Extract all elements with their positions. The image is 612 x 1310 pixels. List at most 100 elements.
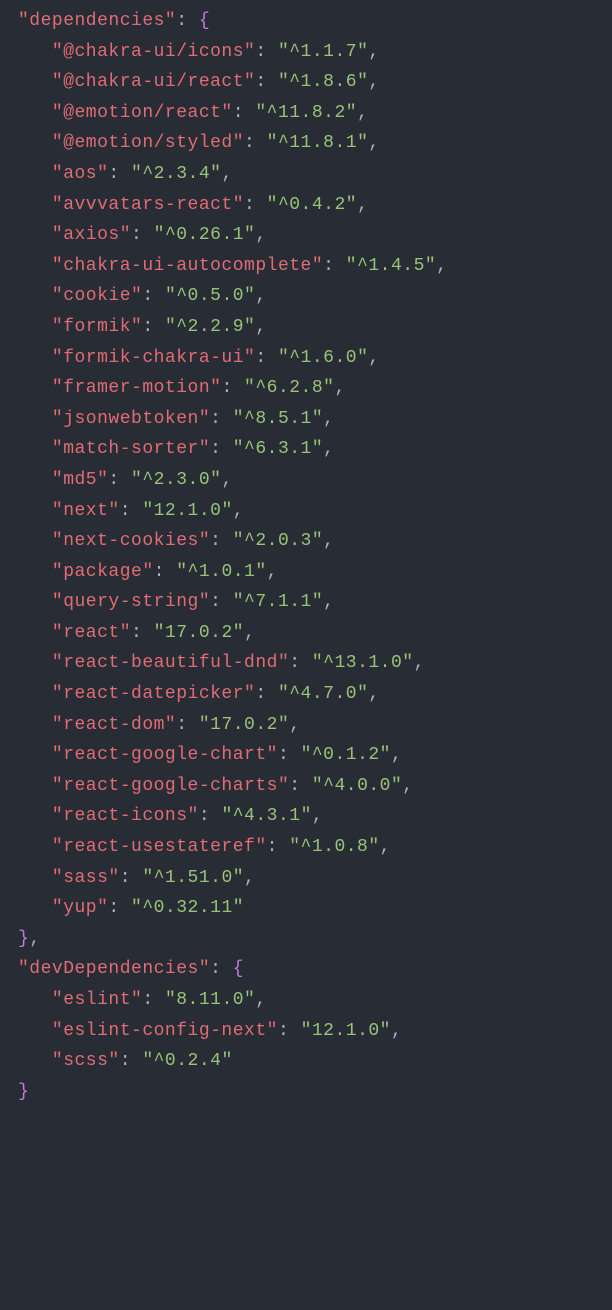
json-key: "match-sorter" [52, 439, 210, 459]
json-value: "^1.4.5" [346, 256, 436, 276]
json-key: "dependencies" [18, 11, 176, 31]
json-key: "sass" [52, 868, 120, 888]
section-close-devDependencies: } [18, 1077, 602, 1108]
json-value: "^7.1.1" [233, 592, 323, 612]
entry-eslint-config-next: "eslint-config-next": "12.1.0", [18, 1016, 602, 1047]
entry-formik: "formik": "^2.2.9", [18, 312, 602, 343]
json-value: "^0.2.4" [142, 1051, 232, 1071]
json-key: "query-string" [52, 592, 210, 612]
brace-open: { [199, 11, 210, 31]
entry-axios: "axios": "^0.26.1", [18, 220, 602, 251]
entry-framer-motion: "framer-motion": "^6.2.8", [18, 373, 602, 404]
entry-md5: "md5": "^2.3.0", [18, 465, 602, 496]
json-value: "^2.3.4" [131, 164, 221, 184]
section-close-dependencies: }, [18, 924, 602, 955]
json-value: "^11.8.1" [267, 133, 369, 153]
json-value: "^1.6.0" [278, 348, 368, 368]
json-value: "12.1.0" [142, 501, 232, 521]
json-key: "chakra-ui-autocomplete" [52, 256, 323, 276]
entry-aos: "aos": "^2.3.4", [18, 159, 602, 190]
json-value: "17.0.2" [199, 715, 289, 735]
json-value: "^4.0.0" [312, 776, 402, 796]
section-open-dependencies: "dependencies": { [18, 6, 602, 37]
entry-next: "next": "12.1.0", [18, 496, 602, 527]
json-key: "next-cookies" [52, 531, 210, 551]
json-key: "react-dom" [52, 715, 176, 735]
json-key: "react-datepicker" [52, 684, 255, 704]
entry-next-cookies: "next-cookies": "^2.0.3", [18, 526, 602, 557]
json-key: "next" [52, 501, 120, 521]
json-value: "^13.1.0" [312, 653, 414, 673]
json-value: "^1.0.8" [289, 837, 379, 857]
json-value: "^1.1.7" [278, 42, 368, 62]
entry-@emotion/react: "@emotion/react": "^11.8.2", [18, 98, 602, 129]
json-key: "devDependencies" [18, 959, 210, 979]
json-value: "^0.4.2" [267, 195, 357, 215]
entry-react-dom: "react-dom": "17.0.2", [18, 710, 602, 741]
entry-match-sorter: "match-sorter": "^6.3.1", [18, 434, 602, 465]
json-key: "@emotion/styled" [52, 133, 244, 153]
json-key: "aos" [52, 164, 109, 184]
json-value: "^0.26.1" [154, 225, 256, 245]
entry-avvvatars-react: "avvvatars-react": "^0.4.2", [18, 190, 602, 221]
json-key: "@chakra-ui/react" [52, 72, 255, 92]
json-key: "eslint-config-next" [52, 1021, 278, 1041]
entry-react-beautiful-dnd: "react-beautiful-dnd": "^13.1.0", [18, 648, 602, 679]
json-key: "formik" [52, 317, 142, 337]
code-block: "dependencies": { "@chakra-ui/icons": "^… [0, 0, 612, 1137]
json-value: "^8.5.1" [233, 409, 323, 429]
json-key: "react-beautiful-dnd" [52, 653, 289, 673]
json-value: "^6.2.8" [244, 378, 334, 398]
json-key: "eslint" [52, 990, 142, 1010]
json-key: "react-usestateref" [52, 837, 267, 857]
json-value: "^0.1.2" [301, 745, 391, 765]
entry-eslint: "eslint": "8.11.0", [18, 985, 602, 1016]
entry-react-google-chart: "react-google-chart": "^0.1.2", [18, 740, 602, 771]
entry-@emotion/styled: "@emotion/styled": "^11.8.1", [18, 128, 602, 159]
json-value: "^0.32.11" [131, 898, 244, 918]
json-value: "^6.3.1" [233, 439, 323, 459]
json-value: "^4.7.0" [278, 684, 368, 704]
entry-formik-chakra-ui: "formik-chakra-ui": "^1.6.0", [18, 343, 602, 374]
section-open-devDependencies: "devDependencies": { [18, 954, 602, 985]
json-key: "react" [52, 623, 131, 643]
json-value: "^1.8.6" [278, 72, 368, 92]
json-key: "@chakra-ui/icons" [52, 42, 255, 62]
entry-jsonwebtoken: "jsonwebtoken": "^8.5.1", [18, 404, 602, 435]
json-value: "^11.8.2" [255, 103, 357, 123]
brace-close: } [18, 1082, 29, 1102]
json-value: "^2.3.0" [131, 470, 221, 490]
json-value: "^0.5.0" [165, 286, 255, 306]
entry-query-string: "query-string": "^7.1.1", [18, 587, 602, 618]
json-value: "^1.0.1" [176, 562, 266, 582]
json-value: "^4.3.1" [221, 806, 311, 826]
entry-@chakra-ui/react: "@chakra-ui/react": "^1.8.6", [18, 67, 602, 98]
json-key: "yup" [52, 898, 109, 918]
entry-cookie: "cookie": "^0.5.0", [18, 281, 602, 312]
json-key: "axios" [52, 225, 131, 245]
entry-package: "package": "^1.0.1", [18, 557, 602, 588]
json-key: "cookie" [52, 286, 142, 306]
json-key: "react-icons" [52, 806, 199, 826]
json-key: "formik-chakra-ui" [52, 348, 255, 368]
json-key: "@emotion/react" [52, 103, 233, 123]
json-value: "^1.51.0" [142, 868, 244, 888]
entry-chakra-ui-autocomplete: "chakra-ui-autocomplete": "^1.4.5", [18, 251, 602, 282]
json-key: "scss" [52, 1051, 120, 1071]
entry-react-usestateref: "react-usestateref": "^1.0.8", [18, 832, 602, 863]
entry-react: "react": "17.0.2", [18, 618, 602, 649]
brace-close: } [18, 929, 29, 949]
json-key: "avvvatars-react" [52, 195, 244, 215]
entry-react-datepicker: "react-datepicker": "^4.7.0", [18, 679, 602, 710]
entry-sass: "sass": "^1.51.0", [18, 863, 602, 894]
json-value: "8.11.0" [165, 990, 255, 1010]
json-key: "jsonwebtoken" [52, 409, 210, 429]
entry-scss: "scss": "^0.2.4" [18, 1046, 602, 1077]
json-key: "md5" [52, 470, 109, 490]
entry-yup: "yup": "^0.32.11" [18, 893, 602, 924]
json-key: "react-google-charts" [52, 776, 289, 796]
json-value: "^2.0.3" [233, 531, 323, 551]
json-value: "12.1.0" [301, 1021, 391, 1041]
json-key: "package" [52, 562, 154, 582]
json-key: "framer-motion" [52, 378, 222, 398]
